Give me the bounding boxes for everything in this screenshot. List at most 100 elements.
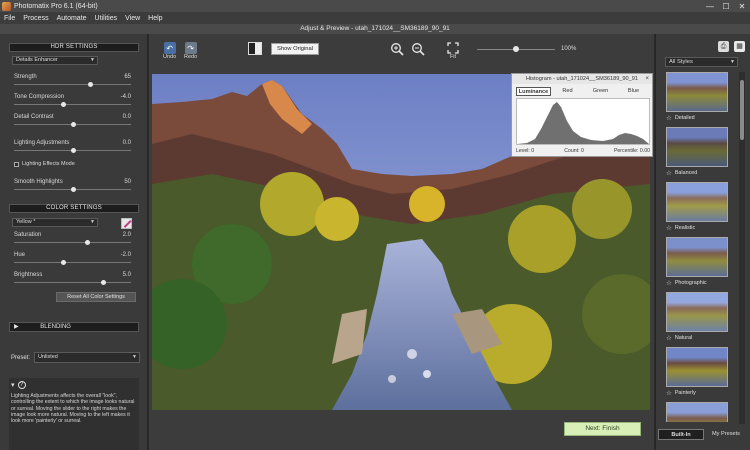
slider-label: Hue	[14, 252, 26, 258]
style-thumbnail[interactable]: ☆ Painterly	[666, 347, 734, 402]
slider-handle[interactable]	[84, 240, 90, 245]
style-preview-image	[666, 72, 728, 112]
detail-contrast-slider[interactable]: Detail Contrast 0.0	[14, 114, 131, 128]
next-finish-button[interactable]: Next: Finish	[564, 422, 641, 436]
style-thumbnail[interactable]: ☆ Photographic	[666, 237, 734, 292]
menu-file[interactable]: File	[4, 15, 15, 22]
fit-screen-icon	[447, 42, 459, 54]
styles-dropdown[interactable]: All Styles ▼	[665, 57, 738, 67]
slider-handle[interactable]	[70, 148, 76, 153]
menu-view[interactable]: View	[125, 15, 140, 22]
close-icon[interactable]: ×	[645, 74, 649, 84]
star-icon[interactable]: ☆	[666, 224, 672, 232]
maximize-button[interactable]: ☐	[718, 0, 734, 12]
method-dropdown[interactable]: Details Enhancer ▼	[12, 56, 98, 65]
fit-label: Fit	[449, 54, 457, 60]
slider-value: -2.0	[120, 252, 131, 258]
slider-track[interactable]	[14, 262, 131, 263]
style-preview-image	[666, 237, 728, 277]
tab-blue[interactable]: Blue	[617, 87, 650, 96]
fit-button[interactable]: Fit	[447, 42, 459, 60]
hue-slider[interactable]: Hue -2.0	[14, 252, 131, 266]
menu-help[interactable]: Help	[148, 15, 162, 22]
star-icon[interactable]: ☆	[666, 389, 672, 397]
style-thumbnail[interactable]: ☆ Detailed	[666, 72, 734, 127]
color-picker-icon[interactable]	[121, 218, 132, 229]
show-original-button[interactable]: Show Original	[271, 43, 319, 55]
zoom-slider-handle[interactable]	[513, 46, 519, 52]
preset-dropdown[interactable]: Unlisted ▼	[34, 352, 140, 363]
before-after-icon[interactable]	[248, 42, 262, 55]
styles-scrollbar[interactable]	[739, 72, 745, 424]
slider-handle[interactable]	[88, 82, 94, 87]
histogram-percentile: Percentile: 0.00	[613, 148, 650, 154]
slider-track[interactable]	[14, 282, 131, 283]
strength-slider[interactable]: Strength 65	[14, 74, 131, 88]
tab-built-in[interactable]: Built-In	[658, 429, 704, 440]
histogram-window[interactable]: Histogram - utah_171024__SM36189_90_91 ×…	[511, 73, 653, 157]
zoom-out-icon[interactable]	[411, 42, 425, 56]
style-thumbnail[interactable]: ☆ Natural	[666, 292, 734, 347]
color-settings-header[interactable]: COLOR SETTINGS	[9, 204, 139, 213]
tab-luminance[interactable]: Luminance	[516, 87, 551, 96]
checkbox-label: Lighting Effects Mode	[22, 161, 75, 167]
slider-label: Brightness	[14, 272, 43, 278]
style-preview-image	[666, 292, 728, 332]
zoom-in-icon[interactable]	[390, 42, 404, 56]
style-thumbnail[interactable]	[666, 402, 734, 422]
slider-handle[interactable]	[100, 280, 106, 285]
color-channel-value: Yellow *	[16, 219, 36, 225]
style-preview-image	[666, 402, 728, 422]
collapse-chevron-icon[interactable]: ▾	[11, 381, 15, 389]
star-icon[interactable]: ☆	[666, 169, 672, 177]
tab-green[interactable]: Green	[584, 87, 617, 96]
scrollbar-thumb[interactable]	[740, 80, 744, 140]
histogram-stats: Level: 0 Count: 0 Percentile: 0.00	[516, 148, 650, 154]
slider-handle[interactable]	[61, 102, 67, 107]
star-icon[interactable]: ☆	[666, 279, 672, 287]
tab-my-presets[interactable]: My Presets	[704, 429, 748, 440]
slider-track[interactable]	[14, 104, 131, 105]
star-icon[interactable]: ☆	[666, 114, 672, 122]
style-thumbnail[interactable]: ☆ Balanced	[666, 127, 734, 182]
style-thumbnail[interactable]: ☆ Realistic	[666, 182, 734, 237]
star-icon[interactable]: ☆	[666, 334, 672, 342]
minimize-button[interactable]: —	[702, 0, 718, 12]
blending-label: BLENDING	[40, 324, 71, 330]
print-icon[interactable]: ⎙	[718, 41, 729, 52]
brightness-slider[interactable]: Brightness 5.0	[14, 272, 131, 286]
title-bar: Photomatix Pro 6.1 (64-bit) — ☐ ✕	[0, 0, 750, 12]
checkbox-box[interactable]	[14, 161, 19, 167]
slider-handle[interactable]	[70, 187, 76, 192]
blending-section[interactable]: ▶ BLENDING	[9, 322, 139, 332]
color-channel-dropdown[interactable]: Yellow * ▼	[12, 218, 98, 227]
menu-utilities[interactable]: Utilities	[95, 15, 118, 22]
help-icon[interactable]: ?	[17, 381, 26, 389]
slider-value: 2.0	[122, 232, 131, 238]
slider-value: 65	[124, 74, 131, 80]
menu-bar: File Process Automate Utilities View Hel…	[0, 12, 750, 24]
menu-automate[interactable]: Automate	[57, 15, 87, 22]
close-window-button[interactable]: ✕	[734, 0, 750, 12]
hdr-settings-header[interactable]: HDR SETTINGS	[9, 43, 139, 52]
chevron-down-icon: ▼	[730, 59, 735, 65]
lighting-adjustments-slider[interactable]: Lighting Adjustments 0.0	[14, 140, 131, 154]
histogram-count: Count: 0	[564, 148, 584, 154]
tab-red[interactable]: Red	[551, 87, 584, 96]
grid-view-icon[interactable]: ▦	[734, 41, 745, 52]
reset-color-settings-button[interactable]: Reset All Color Settings	[56, 292, 136, 302]
smooth-highlights-slider[interactable]: Smooth Highlights 50	[14, 179, 131, 193]
slider-track[interactable]	[14, 84, 131, 85]
slider-handle[interactable]	[70, 122, 76, 127]
redo-button[interactable]: ↷ Redo	[184, 42, 197, 60]
slider-track[interactable]	[14, 242, 131, 243]
redo-icon: ↷	[184, 42, 197, 54]
slider-handle[interactable]	[61, 260, 67, 265]
tone-compression-slider[interactable]: Tone Compression -4.0	[14, 94, 131, 108]
lighting-effects-mode-checkbox[interactable]: Lighting Effects Mode	[14, 161, 75, 167]
saturation-slider[interactable]: Saturation 2.0	[14, 232, 131, 246]
menu-process[interactable]: Process	[23, 15, 48, 22]
undo-button[interactable]: ↶ Undo	[163, 42, 176, 60]
style-name: Natural	[674, 335, 693, 341]
slider-value: -4.0	[120, 94, 131, 100]
